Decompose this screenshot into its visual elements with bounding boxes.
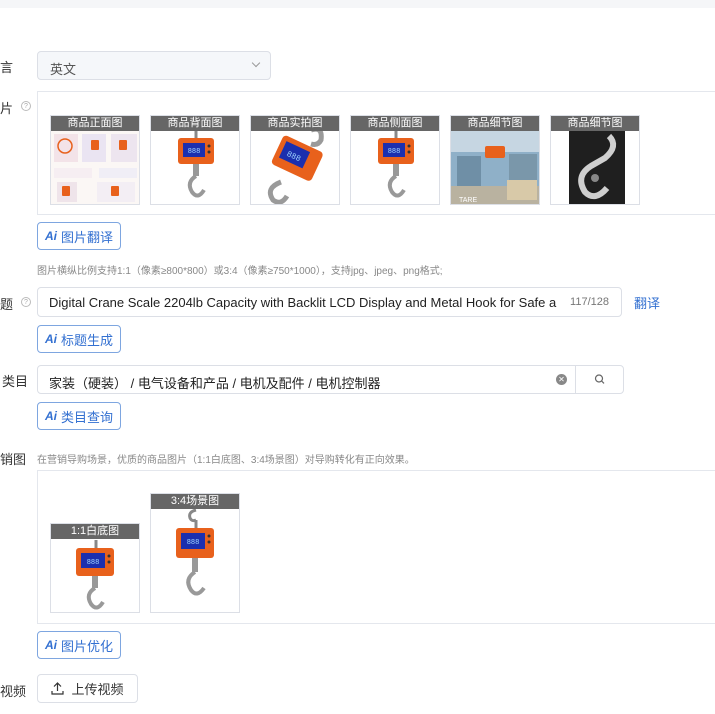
marketing-image-white-bg[interactable]: 888 1:1白底图	[50, 523, 140, 613]
category-query-button[interactable]: Ai 类目查询	[37, 402, 122, 430]
ai-icon: Ai	[45, 332, 57, 346]
upload-icon	[51, 682, 65, 695]
image-format-hint: 图片横纵比例支持1:1（像素≥800*800）或3:4（像素≥750*1000）…	[37, 266, 443, 277]
help-icon[interactable]: ?	[21, 297, 31, 307]
ai-icon: Ai	[45, 409, 57, 423]
upload-video-button[interactable]: 上传视频	[37, 674, 138, 703]
product-image-front[interactable]: 商品正面图	[50, 115, 140, 205]
image-translate-label: 图片翻译	[61, 229, 114, 245]
category-value: 家装（硬装） / 电气设备和产品 / 电机及配件 / 电机控制器	[49, 376, 381, 391]
thumb-caption: 3:4场景图	[151, 494, 239, 509]
product-image-back[interactable]: 888 商品背面图	[150, 115, 240, 205]
help-icon[interactable]: ?	[21, 101, 31, 111]
marketing-image-scene[interactable]: 888 3:4场景图	[150, 493, 240, 613]
svg-text:888: 888	[188, 148, 201, 156]
thumb-caption: 商品背面图	[151, 116, 239, 131]
product-image-detail-2[interactable]: 商品细节图	[550, 115, 640, 205]
title-label: 题	[0, 297, 14, 312]
upload-video-label: 上传视频	[71, 682, 124, 697]
svg-text:888: 888	[87, 559, 100, 567]
product-image-side[interactable]: 888 商品侧面图	[350, 115, 440, 205]
title-input[interactable]: Digital Crane Scale 2204lb Capacity with…	[37, 287, 622, 317]
top-divider	[0, 0, 715, 8]
thumb-caption: 1:1白底图	[51, 524, 139, 539]
title-generate-label: 标题生成	[61, 332, 114, 348]
crane-scale-image: 888	[176, 508, 214, 596]
title-value: Digital Crane Scale 2204lb Capacity with…	[49, 295, 557, 310]
marketing-label: 销图	[0, 452, 27, 467]
category-label: 类目	[2, 374, 29, 389]
product-image-real[interactable]: 888 商品实拍图	[250, 115, 340, 205]
language-value: 英文	[50, 62, 77, 77]
thumb-caption: 商品实拍图	[251, 116, 339, 131]
chevron-down-icon	[251, 58, 261, 68]
category-query-label: 类目查询	[61, 409, 114, 425]
video-label: 视频	[0, 684, 27, 699]
language-label: 言	[0, 60, 14, 75]
thumb-caption: 商品正面图	[51, 116, 139, 131]
title-generate-button[interactable]: Ai 标题生成	[37, 325, 122, 353]
marketing-hint: 在营销导购场景，优质的商品图片（1:1白底图、3:4场景图）对导购转化有正向效果…	[37, 455, 415, 466]
thumb-caption: 商品细节图	[451, 116, 539, 131]
image-optimize-label: 图片优化	[61, 638, 114, 654]
search-icon	[594, 374, 605, 384]
svg-text:888: 888	[187, 539, 200, 547]
images-label: 片	[0, 101, 14, 116]
thumb-caption: 商品侧面图	[351, 116, 439, 131]
svg-text:888: 888	[388, 148, 401, 156]
image-optimize-button[interactable]: Ai 图片优化	[37, 631, 122, 659]
product-images-panel: 商品正面图 888 商品背面图 888 商品实拍图 888 商品侧面图 TARE…	[37, 91, 715, 215]
category-input[interactable]: 家装（硬装） / 电气设备和产品 / 电机及配件 / 电机控制器 ✕	[37, 365, 624, 394]
ai-icon: Ai	[45, 638, 57, 652]
language-select[interactable]: 英文	[37, 51, 271, 80]
category-search-button[interactable]	[575, 365, 624, 394]
title-char-count: 117/128	[570, 296, 609, 308]
thumb-caption: 商品细节图	[551, 116, 639, 131]
title-translate-link[interactable]: 翻译	[634, 293, 660, 312]
product-image-detail[interactable]: TARE 商品细节图	[450, 115, 540, 205]
ai-icon: Ai	[45, 229, 57, 243]
svg-text:TARE: TARE	[459, 197, 477, 204]
image-translate-button[interactable]: Ai 图片翻译	[37, 222, 122, 250]
marketing-images-panel: 888 1:1白底图 888 3:4场景图	[37, 470, 715, 624]
clear-icon[interactable]: ✕	[556, 374, 567, 385]
